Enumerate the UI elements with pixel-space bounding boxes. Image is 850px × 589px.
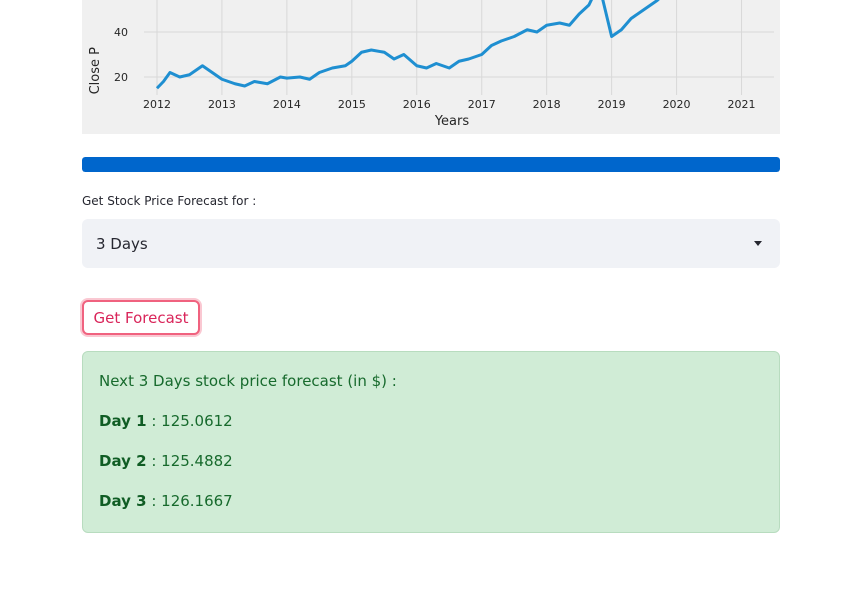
x-axis-title: Years xyxy=(434,114,470,129)
forecast-period-selected-value: 3 Days xyxy=(96,234,148,253)
forecast-day-value: 125.4882 xyxy=(161,452,233,470)
close-price-line xyxy=(155,0,660,90)
forecast-period-select[interactable]: 3 Days xyxy=(82,219,780,268)
forecast-day-row: Day 3 : 126.1667 xyxy=(99,492,233,510)
forecast-period-label: Get Stock Price Forecast for : xyxy=(82,194,257,208)
forecast-day-value: 125.0612 xyxy=(161,412,233,430)
y-tick-label: 40 xyxy=(114,26,128,39)
forecast-day-label: Day 1 xyxy=(99,412,147,430)
x-tick-label: 2014 xyxy=(273,98,301,111)
forecast-day-label: Day 2 xyxy=(99,452,147,470)
stock-price-chart: 2012 2013 2014 2015 2016 2017 2018 2019 2020 2021… xyxy=(82,0,780,134)
forecast-day-label: Day 3 xyxy=(99,492,147,510)
chart-svg: 2012 2013 2014 2015 2016 2017 2018 2019 2020 2021… xyxy=(88,0,774,129)
x-tick-label: 2020 xyxy=(663,98,691,111)
x-tick-label: 2012 xyxy=(143,98,171,111)
progress-bar xyxy=(82,157,780,172)
y-tick-label: 20 xyxy=(114,71,128,84)
x-tick-label: 2016 xyxy=(403,98,431,111)
x-tick-label: 2021 xyxy=(728,98,756,111)
x-tick-label: 2015 xyxy=(338,98,366,111)
forecast-day-row: Day 1 : 125.0612 xyxy=(99,412,233,430)
forecast-day-value: 126.1667 xyxy=(161,492,233,510)
progress-bar-fill xyxy=(82,157,780,172)
x-tick-label: 2017 xyxy=(468,98,496,111)
forecast-result-box: Next 3 Days stock price forecast (in $) … xyxy=(82,351,780,533)
x-tick-label: 2013 xyxy=(208,98,236,111)
forecast-day-row: Day 2 : 125.4882 xyxy=(99,452,233,470)
forecast-heading: Next 3 Days stock price forecast (in $) … xyxy=(99,372,397,390)
x-tick-label: 2018 xyxy=(533,98,561,111)
y-axis-title: Close P xyxy=(88,47,103,95)
x-tick-label: 2019 xyxy=(598,98,626,111)
get-forecast-button[interactable]: Get Forecast xyxy=(82,300,200,335)
chevron-down-icon[interactable] xyxy=(754,241,762,246)
